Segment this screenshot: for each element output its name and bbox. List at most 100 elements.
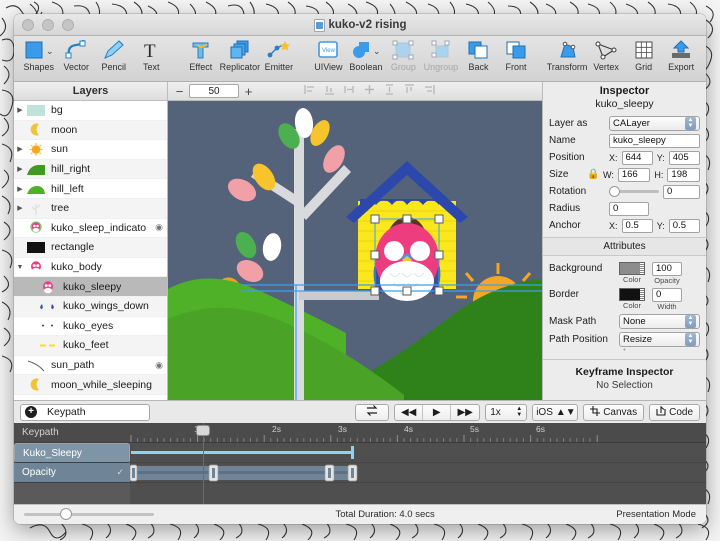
slider-knob[interactable] [609, 186, 620, 197]
traffic-lights[interactable] [22, 19, 74, 31]
toolbar-button-vector[interactable]: Vector [58, 39, 96, 72]
toolbar-button-replicator[interactable]: Replicator [220, 39, 261, 72]
inspector-subject: kuko_sleepy [543, 98, 706, 114]
toolbar-button-vertex[interactable]: Vertex [587, 39, 625, 72]
toolbar-button-group[interactable]: Group [385, 39, 423, 72]
toolbar-button-front[interactable]: Front [497, 39, 535, 72]
toolbar-button-transform[interactable]: Transform [547, 39, 588, 72]
layer-row-sun-path[interactable]: sun_path ◉ [14, 356, 167, 376]
align-center-horizontal-icon[interactable] [344, 82, 355, 100]
position-x-input[interactable]: 644 [622, 151, 653, 165]
background-color-swatch[interactable] [619, 262, 645, 275]
timeline-zoom-slider[interactable] [24, 513, 154, 516]
layer-row-kuko-body[interactable]: ▼ kuko_body [14, 258, 167, 278]
timeline-row-kuko-sleepy[interactable]: Kuko_Sleepy [14, 443, 130, 463]
disclosure-triangle-icon[interactable]: ▶ [14, 165, 26, 173]
background-opacity-input[interactable]: 100 [652, 262, 682, 276]
disclosure-triangle-icon[interactable]: ▶ [14, 106, 26, 114]
toolbar-button-effect[interactable]: Effect [182, 39, 220, 72]
design-canvas[interactable] [168, 101, 542, 400]
timeline-ruler[interactable]: 1s 2s 3s 4s 5s 6s [130, 423, 706, 443]
border-width-input[interactable]: 0 [652, 288, 682, 302]
layer-as-select[interactable]: CALayer ▲▼ [609, 116, 700, 131]
zoom-input[interactable]: 50 [189, 84, 239, 98]
anchor-y-input[interactable]: 0.5 [669, 219, 700, 233]
anchor-x-input[interactable]: 0.5 [622, 219, 653, 233]
layer-row-rectangle[interactable]: rectangle [14, 238, 167, 258]
toolbar-button-uiview[interactable]: View UIView [310, 39, 348, 72]
zoom-in-button[interactable]: + [243, 84, 254, 99]
layer-row-hill-left[interactable]: ▶ hill_left [14, 179, 167, 199]
track-enabled-checkmark-icon[interactable]: ✓ [116, 467, 124, 478]
layer-row-sun[interactable]: ▶ sun [14, 140, 167, 160]
toolbar-button-emitter[interactable]: Emitter [260, 39, 298, 72]
mask-path-select[interactable]: None ▲▼ [619, 314, 700, 329]
path-position-select[interactable]: Resize ▲▼ [619, 332, 700, 347]
border-color-swatch[interactable] [619, 288, 645, 301]
align-middle-vertical-icon[interactable] [384, 82, 395, 100]
layer-row-kuko-sleepy[interactable]: kuko_sleepy [14, 277, 167, 297]
transport-controls[interactable]: ◀◀ ▶ ▶▶ [394, 404, 480, 421]
layer-row-moon[interactable]: moon [14, 121, 167, 141]
layer-row-moon-while-sleeping[interactable]: moon_while_sleeping [14, 375, 167, 395]
zoom-button[interactable] [62, 19, 74, 31]
align-tool-group[interactable] [304, 82, 435, 100]
code-button[interactable]: Code [649, 404, 700, 421]
layer-row-kuko-sleep-indicator[interactable]: kuko_sleep_indicato ◉ [14, 219, 167, 239]
align-right-icon[interactable] [424, 82, 435, 100]
timeline-tracks[interactable]: 1s 2s 3s 4s 5s 6s [130, 423, 706, 504]
layer-row-tree[interactable]: ▶ tree [14, 199, 167, 219]
visibility-eye-icon[interactable]: ◉ [155, 360, 163, 371]
layer-row-bg[interactable]: ▶ bg [14, 101, 167, 121]
presentation-mode-button[interactable]: Presentation Mode [616, 509, 696, 520]
toolbar-button-export[interactable]: Export [662, 39, 700, 72]
canvas-button[interactable]: Canvas [583, 404, 644, 421]
toolbar-button-shapes[interactable]: ⌄ Shapes [20, 39, 58, 72]
timeline-row-opacity[interactable]: Opacity ✓ [14, 463, 130, 483]
slider-knob[interactable] [60, 508, 72, 520]
disclosure-triangle-icon[interactable]: ▶ [14, 185, 26, 193]
layer-row-kuko-eyes[interactable]: kuko_eyes [14, 317, 167, 337]
disclosure-triangle-icon[interactable]: ▶ [14, 145, 26, 153]
speed-select[interactable]: 1x ▲▼ [485, 404, 527, 421]
disclosure-triangle-icon[interactable]: ▼ [14, 264, 26, 271]
rewind-button[interactable]: ◀◀ [395, 405, 423, 420]
rotation-slider[interactable] [609, 190, 659, 193]
align-cross-icon[interactable] [364, 82, 375, 100]
platform-select[interactable]: iOS ▲▼ [532, 404, 578, 421]
layer-row-kuko-feet[interactable]: kuko_feet [14, 336, 167, 356]
loop-button[interactable] [355, 404, 389, 421]
visibility-eye-icon[interactable]: ◉ [155, 222, 163, 233]
layer-list[interactable]: ▶ bg moon ▶ sun ▶ hill_right [14, 101, 167, 400]
name-input[interactable]: kuko_sleepy [609, 134, 700, 148]
toolbar-button-ungroup[interactable]: Ungroup [422, 39, 460, 72]
toolbar-button-text[interactable]: T Text [133, 39, 171, 72]
size-w-input[interactable]: 166 [618, 168, 651, 182]
plus-circle-icon[interactable]: + [25, 406, 37, 418]
minimize-button[interactable] [42, 19, 54, 31]
align-left-icon[interactable] [304, 82, 315, 100]
position-y-input[interactable]: 405 [669, 151, 700, 165]
toolbar-button-grid[interactable]: Grid [625, 39, 663, 72]
toolbar-button-boolean[interactable]: ⌄ Boolean [347, 39, 385, 72]
align-bottom-icon[interactable] [324, 82, 335, 100]
layer-row-kuko-wings-down[interactable]: kuko_wings_down [14, 297, 167, 317]
align-top-icon[interactable] [404, 82, 415, 100]
toolbar-button-back[interactable]: Back [460, 39, 498, 72]
disclosure-triangle-icon[interactable]: ▶ [14, 204, 26, 212]
layer-row-hill-right[interactable]: ▶ hill_right [14, 160, 167, 180]
radius-input[interactable]: 0 [609, 202, 649, 216]
panel-resize-grip[interactable]: • [543, 348, 706, 353]
rotation-input[interactable]: 0 [663, 185, 700, 199]
keypath-button[interactable]: + Keypath [20, 404, 150, 421]
play-button[interactable]: ▶ [423, 405, 451, 420]
zoom-out-button[interactable]: − [174, 84, 185, 99]
toolbar-button-pencil[interactable]: Pencil [95, 39, 133, 72]
timeline-track-kuko-sleepy[interactable] [130, 443, 706, 463]
close-button[interactable] [22, 19, 34, 31]
size-h-input[interactable]: 198 [667, 168, 700, 182]
playhead-knob[interactable] [196, 425, 210, 436]
lock-icon[interactable]: 🔒 [587, 169, 599, 180]
timeline-track-opacity[interactable] [130, 463, 706, 483]
forward-button[interactable]: ▶▶ [451, 405, 479, 420]
